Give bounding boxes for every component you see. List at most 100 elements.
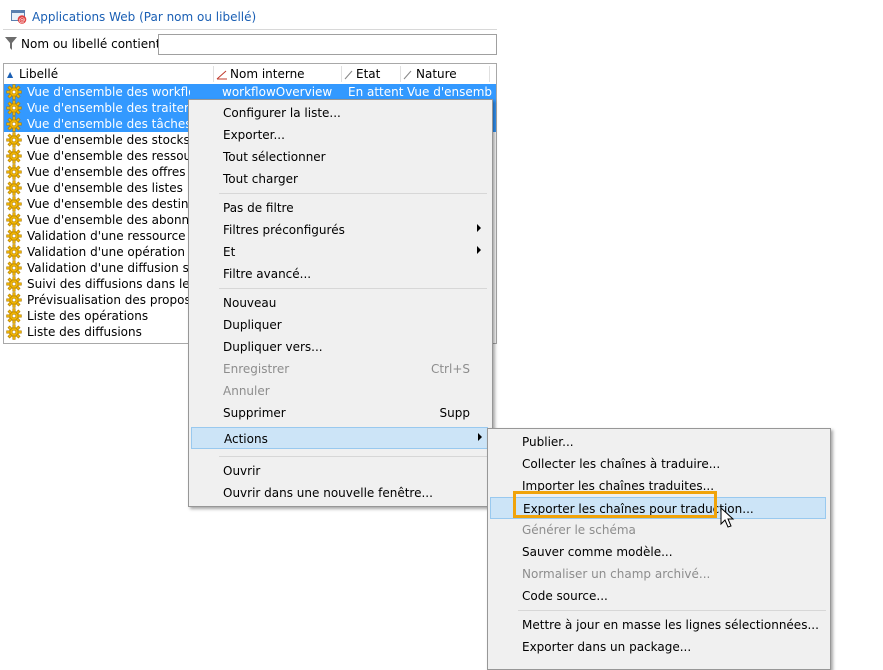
gear-icon [6, 100, 22, 116]
column-separator[interactable] [489, 66, 490, 82]
sort-column-icon[interactable] [344, 70, 354, 80]
menu-item-cancel[interactable]: Annuler [191, 380, 488, 402]
row-label: Prévisualisation des propositions [27, 293, 190, 307]
row-state: En attent... [348, 85, 404, 99]
menu-item-label: Enregistrer [223, 362, 290, 376]
menu-item-delete[interactable]: Supprimer Supp [191, 402, 488, 424]
submenu-arrow-icon [478, 433, 482, 441]
row-label: Validation d'une diffusion sur une opéra… [27, 261, 190, 275]
column-header-label[interactable]: Libellé [19, 67, 58, 81]
window-header: @ Applications Web (Par nom ou libellé) [0, 0, 497, 31]
mouse-cursor-icon [720, 507, 735, 528]
menu-item-advanced-filter[interactable]: Filtre avancé... [191, 263, 488, 285]
context-menu: Configurer la liste... Exporter... Tout sé… [188, 99, 493, 507]
gear-icon [6, 324, 22, 340]
menu-item-duplicate[interactable]: Dupliquer [191, 314, 488, 336]
menu-item-label: Filtres préconfigurés [223, 223, 345, 237]
column-header-internal-name[interactable]: Nom interne [230, 67, 305, 81]
menu-item-label: Ouvrir [223, 464, 261, 478]
submenu-item-generate-schema[interactable]: Générer le schéma [490, 519, 826, 541]
menu-item-label: Et [223, 245, 236, 259]
submenu-item-export-package[interactable]: Exporter dans un package... [490, 636, 826, 658]
submenu-item-publish[interactable]: Publier... [490, 431, 826, 453]
row-label: Validation d'une ressource marketing [27, 229, 190, 243]
menu-item-export[interactable]: Exporter... [191, 124, 488, 146]
row-label: Vue d'ensemble des listes [27, 181, 183, 195]
submenu-item-source-code[interactable]: Code source... [490, 585, 826, 607]
menu-item-preset-filters[interactable]: Filtres préconfigurés [191, 219, 488, 241]
menu-item-label: Pas de filtre [223, 201, 294, 215]
gear-icon [6, 212, 22, 228]
menu-item-label: Actions [224, 432, 268, 446]
row-label: Liste des diffusions [27, 325, 142, 339]
menu-item-save[interactable]: Enregistrer Ctrl+S [191, 358, 488, 380]
submenu-item-save-as-template[interactable]: Sauver comme modèle... [490, 541, 826, 563]
row-label: Vue d'ensemble des ressources [27, 149, 190, 163]
submenu-item-normalize-field[interactable]: Normaliser un champ archivé... [490, 563, 826, 585]
menu-item-label: Normaliser un champ archivé... [522, 567, 711, 581]
row-label: Validation d'une opération [27, 245, 186, 259]
menu-item-duplicate-to[interactable]: Dupliquer vers... [191, 336, 488, 358]
gear-icon [6, 292, 22, 308]
row-label: Liste des opérations [27, 309, 149, 323]
menu-item-shortcut: Ctrl+S [430, 362, 470, 376]
sort-column-icon[interactable] [216, 70, 228, 80]
actions-submenu: Publier... Collecter les chaînes à tradui… [487, 428, 831, 670]
menu-item-label: Annuler [223, 384, 270, 398]
highlight-annotation [513, 491, 717, 518]
row-label: Vue d'ensemble des abonnements [27, 213, 190, 227]
grid-header: ▲ Libellé Nom interne Etat Nature [4, 64, 496, 85]
menu-item-load-all[interactable]: Tout charger [191, 168, 488, 190]
column-separator[interactable] [213, 66, 214, 82]
submenu-item-bulk-update[interactable]: Mettre à jour en masse les lignes sélect… [490, 614, 826, 636]
menu-item-label: Nouveau [223, 296, 277, 310]
web-application-icon: @ [11, 10, 27, 24]
column-separator[interactable] [341, 66, 342, 82]
menu-item-label: Tout charger [223, 172, 298, 186]
filter-input[interactable] [158, 34, 497, 55]
menu-item-label: Code source... [522, 589, 608, 603]
menu-item-select-all[interactable]: Tout sélectionner [191, 146, 488, 168]
submenu-item-collect-strings[interactable]: Collecter les chaînes à traduire... [490, 453, 826, 475]
menu-item-open[interactable]: Ouvrir [191, 460, 488, 482]
column-header-state[interactable]: Etat [356, 67, 380, 81]
gear-icon [6, 180, 22, 196]
menu-item-label: Configurer la liste... [223, 106, 341, 120]
row-label: Vue d'ensemble des stocks [27, 133, 190, 147]
menu-separator [518, 610, 826, 611]
page-title: Applications Web (Par nom ou libellé) [32, 10, 257, 24]
submenu-arrow-icon [477, 224, 481, 232]
row-label: Vue d'ensemble des tâches [27, 117, 190, 131]
column-separator[interactable] [400, 66, 401, 82]
gear-icon [6, 244, 22, 260]
menu-item-configure-list[interactable]: Configurer la liste... [191, 102, 488, 124]
sort-ascending-icon[interactable]: ▲ [7, 70, 13, 79]
table-row[interactable]: Vue d'ensemble des workflows workflowOver… [4, 84, 496, 100]
filter-icon [5, 37, 17, 50]
menu-item-label: Dupliquer [223, 318, 282, 332]
gear-icon [6, 148, 22, 164]
row-nature: Vue d'ensemble [407, 85, 493, 99]
menu-item-actions[interactable]: Actions [191, 427, 488, 449]
menu-item-label: Tout sélectionner [223, 150, 326, 164]
sort-column-icon[interactable] [403, 70, 413, 80]
gear-icon [6, 132, 22, 148]
menu-item-label: Dupliquer vers... [223, 340, 323, 354]
menu-separator [219, 193, 487, 194]
gear-icon [6, 260, 22, 276]
gear-icon [6, 228, 22, 244]
menu-item-label: Publier... [522, 435, 574, 449]
menu-item-no-filter[interactable]: Pas de filtre [191, 197, 488, 219]
menu-separator [219, 456, 487, 457]
filter-label: Nom ou libellé contient : [21, 37, 169, 51]
gear-icon [6, 164, 22, 180]
row-label: Vue d'ensemble des destinataires [27, 197, 190, 211]
column-header-nature[interactable]: Nature [416, 67, 457, 81]
row-label: Vue d'ensemble des workflows [27, 85, 190, 99]
row-name: workflowOverview [222, 85, 333, 99]
menu-item-open-new-window[interactable]: Ouvrir dans une nouvelle fenêtre... [191, 482, 488, 504]
gear-icon [6, 308, 22, 324]
gear-icon [6, 84, 22, 100]
menu-item-new[interactable]: Nouveau [191, 292, 488, 314]
menu-item-and[interactable]: Et [191, 241, 488, 263]
